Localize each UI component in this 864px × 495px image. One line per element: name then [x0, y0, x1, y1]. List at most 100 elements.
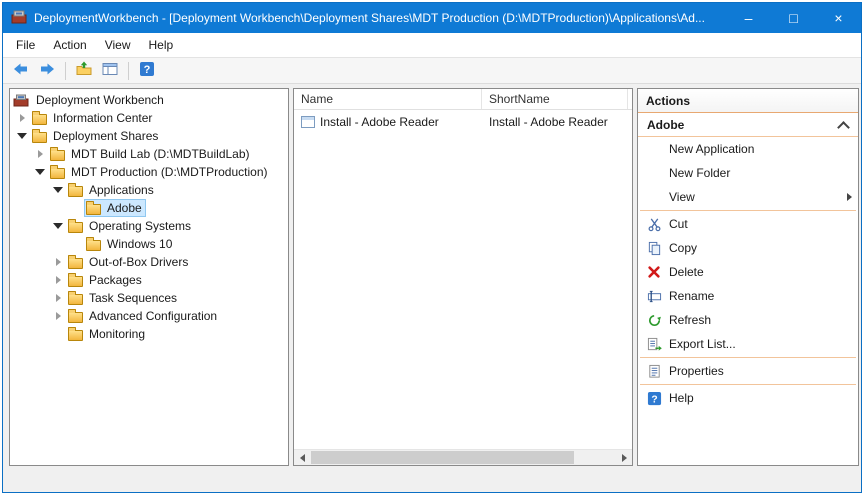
folder-icon [86, 238, 104, 251]
toolbar: ? [3, 57, 861, 84]
tree-item-mdt-build-lab[interactable]: MDT Build Lab (D:\MDTBuildLab) [10, 145, 288, 163]
scroll-left-arrow[interactable] [294, 450, 310, 465]
tree-item-packages[interactable]: Packages [10, 271, 288, 289]
help-icon: ? [139, 61, 155, 80]
tree-item-label: Information Center [50, 111, 152, 125]
actions-pane: Actions Adobe New Application New Folder… [637, 88, 859, 466]
horizontal-scrollbar[interactable] [294, 449, 632, 465]
expander-spacer [68, 200, 84, 216]
action-delete[interactable]: Delete [638, 260, 858, 284]
tree-item-applications[interactable]: Applications [10, 181, 288, 199]
actions-separator [640, 357, 856, 358]
menu-file[interactable]: File [7, 34, 44, 56]
chevron-right-icon[interactable] [50, 290, 66, 306]
tree-item-operating-systems[interactable]: Operating Systems [10, 217, 288, 235]
chevron-down-icon[interactable] [32, 164, 48, 180]
action-refresh[interactable]: Refresh [638, 308, 858, 332]
action-rename[interactable]: Rename [638, 284, 858, 308]
folder-icon [68, 274, 86, 287]
back-button[interactable] [9, 60, 33, 82]
actions-group-header-adobe[interactable]: Adobe [638, 113, 858, 137]
properties-icon [646, 363, 662, 379]
menu-bar: File Action View Help [3, 33, 861, 57]
column-header-shortname[interactable]: ShortName [482, 89, 628, 109]
forward-button[interactable] [35, 60, 59, 82]
action-properties[interactable]: Properties [638, 359, 858, 383]
tree-item-label: Monitoring [86, 327, 145, 341]
scroll-right-arrow[interactable] [616, 450, 632, 465]
cell-shortname: Install - Adobe Reader [489, 115, 608, 129]
folder-icon [68, 184, 86, 197]
chevron-right-icon[interactable] [14, 110, 30, 126]
tree-item-label: MDT Production (D:\MDTProduction) [68, 165, 268, 179]
show-console-tree-icon [102, 61, 118, 80]
tree-item-task-sequences[interactable]: Task Sequences [10, 289, 288, 307]
expander-spacer [68, 236, 84, 252]
action-copy[interactable]: Copy [638, 236, 858, 260]
tree-item-label: Task Sequences [86, 291, 177, 305]
action-label: Refresh [669, 313, 711, 327]
maximize-button[interactable]: □ [771, 3, 816, 33]
folder-icon [50, 166, 68, 179]
back-icon [13, 61, 29, 80]
action-view[interactable]: View [638, 185, 858, 209]
action-label: Rename [669, 289, 714, 303]
actions-separator [640, 210, 856, 211]
toolbar-separator [65, 62, 66, 80]
forward-icon [39, 61, 55, 80]
action-new-folder[interactable]: New Folder [638, 161, 858, 185]
action-new-application[interactable]: New Application [638, 137, 858, 161]
up-one-level-button[interactable] [72, 60, 96, 82]
menu-help[interactable]: Help [140, 34, 183, 56]
tree-item-deployment-shares[interactable]: Deployment Shares [10, 127, 288, 145]
list-row-install-adobe-reader[interactable]: Install - Adobe Reader Install - Adobe R… [294, 112, 632, 131]
tree-item-advanced-configuration[interactable]: Advanced Configuration [10, 307, 288, 325]
folder-icon [68, 256, 86, 269]
folder-icon [32, 112, 50, 125]
action-export-list[interactable]: Export List... [638, 332, 858, 356]
action-help[interactable]: ? Help [638, 386, 858, 410]
tree-item-label: Deployment Workbench [33, 93, 164, 107]
up-one-level-icon [76, 61, 92, 80]
minimize-button[interactable]: – [726, 3, 771, 33]
tree-item-monitoring[interactable]: Monitoring [10, 325, 288, 343]
tree-item-windows-10[interactable]: Windows 10 [10, 235, 288, 253]
close-button[interactable]: × [816, 3, 861, 33]
workbench-icon [13, 93, 31, 108]
results-pane: Name ShortName Install - Adobe Reader In… [293, 88, 633, 466]
chevron-down-icon[interactable] [50, 218, 66, 234]
chevron-right-icon[interactable] [50, 308, 66, 324]
collapse-group-icon[interactable] [837, 119, 849, 131]
show-console-tree-button[interactable] [98, 60, 122, 82]
application-icon [301, 116, 315, 128]
menu-action[interactable]: Action [44, 34, 95, 56]
action-cut[interactable]: Cut [638, 212, 858, 236]
tree-item-label: Operating Systems [86, 219, 191, 233]
app-window: DeploymentWorkbench - [Deployment Workbe… [2, 2, 862, 493]
svg-text:?: ? [144, 64, 151, 76]
action-label: Help [669, 391, 694, 405]
toolbar-separator [128, 62, 129, 80]
scrollbar-thumb[interactable] [311, 451, 574, 464]
action-label: Properties [669, 364, 724, 378]
action-label: Delete [669, 265, 704, 279]
svg-text:?: ? [651, 394, 657, 405]
chevron-right-icon[interactable] [50, 272, 66, 288]
chevron-right-icon[interactable] [32, 146, 48, 162]
chevron-right-icon[interactable] [50, 254, 66, 270]
menu-view[interactable]: View [96, 34, 140, 56]
actions-pane-title: Actions [638, 89, 858, 113]
column-header-name[interactable]: Name [294, 89, 482, 109]
tree-item-deployment-workbench[interactable]: Deployment Workbench [10, 91, 288, 109]
tree-item-adobe[interactable]: Adobe [10, 199, 288, 217]
icon-spacer [646, 189, 662, 205]
tree-item-mdt-production[interactable]: MDT Production (D:\MDTProduction) [10, 163, 288, 181]
chevron-down-icon[interactable] [50, 182, 66, 198]
folder-icon [32, 130, 50, 143]
chevron-down-icon[interactable] [14, 128, 30, 144]
toolbar-help-button[interactable]: ? [135, 60, 159, 82]
cut-icon [646, 216, 662, 232]
tree-item-out-of-box-drivers[interactable]: Out-of-Box Drivers [10, 253, 288, 271]
tree-item-information-center[interactable]: Information Center [10, 109, 288, 127]
folder-icon [68, 310, 86, 323]
